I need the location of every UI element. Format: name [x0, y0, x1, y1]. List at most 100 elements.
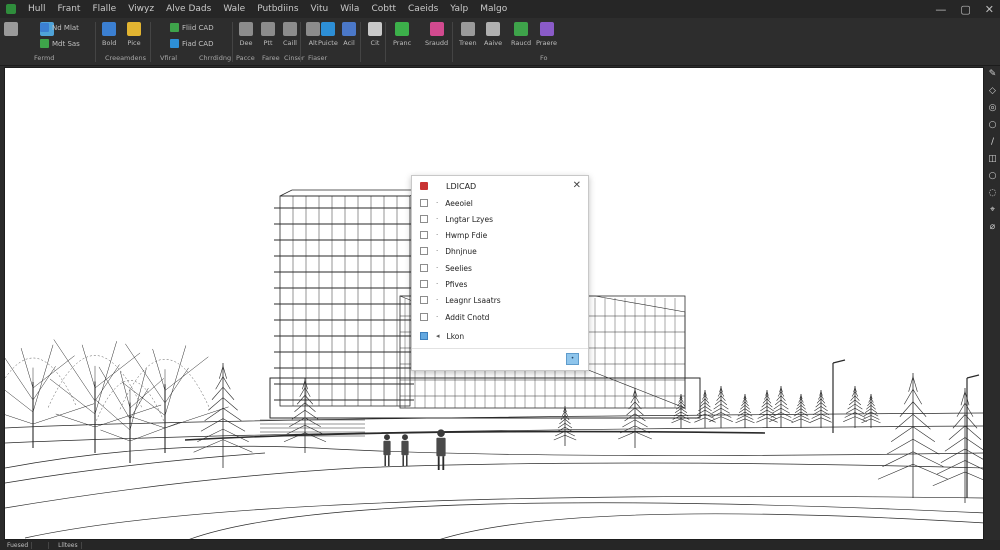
- ribbon-button-14[interactable]: Aaive: [484, 22, 502, 47]
- layer-bullet-icon: ·: [436, 231, 439, 239]
- right-tool-icon-3[interactable]: ○: [987, 120, 998, 131]
- ribbon-button-12[interactable]: Sraudd: [425, 22, 448, 47]
- menu-item-8[interactable]: Wila: [334, 4, 365, 14]
- maximize-button[interactable]: ▢: [960, 3, 970, 16]
- right-tool-icon-2[interactable]: ◎: [987, 103, 998, 114]
- layer-checkbox[interactable]: [420, 332, 428, 340]
- ribbon-button-10[interactable]: Cit: [368, 22, 382, 47]
- ribbon-panel-label-5: Faree: [262, 54, 280, 62]
- right-tool-icon-6[interactable]: ○: [987, 171, 998, 182]
- menu-item-4[interactable]: Alve Dads: [160, 4, 217, 14]
- ribbon-button-0[interactable]: [4, 22, 18, 39]
- layer-checkbox[interactable]: [420, 313, 428, 321]
- dialog-close-icon[interactable]: ✕: [573, 180, 581, 191]
- right-tool-icon-8[interactable]: ⌖: [987, 205, 998, 216]
- menu-item-2[interactable]: Flalle: [86, 4, 122, 14]
- layer-row[interactable]: · Hwmp Fdie: [420, 229, 570, 241]
- menu-bar: Hull Frant Flalle Viwyz Alve Dads Wale Putbdii…: [0, 0, 1000, 18]
- ribbon-small-button-0[interactable]: Nd Mlat: [40, 23, 79, 32]
- layer-label: Dhnjnue: [445, 246, 477, 256]
- menu-item-7[interactable]: Vitu: [305, 4, 335, 14]
- layer-row[interactable]: · Pfives: [420, 278, 570, 290]
- menu-items: Hull Frant Flalle Viwyz Alve Dads Wale Putbdii…: [22, 4, 513, 14]
- ribbon-button-icon: [460, 22, 475, 36]
- ribbon-button-label: Ptt: [263, 39, 273, 47]
- layer-checkbox[interactable]: [420, 264, 428, 272]
- right-tool-icon-4[interactable]: /: [987, 137, 998, 148]
- layer-row[interactable]: · Addit Cnotd: [420, 311, 570, 323]
- person-body: [383, 440, 391, 456]
- status-tab-2[interactable]: Llltees: [55, 541, 82, 549]
- status-tab-1[interactable]: [38, 541, 50, 549]
- layer-checkbox[interactable]: [420, 199, 428, 207]
- ribbon-button-9[interactable]: Acil: [342, 22, 356, 47]
- right-tool-icon-9[interactable]: ⌀: [987, 222, 998, 233]
- layer-bullet-icon: ·: [436, 199, 439, 207]
- layer-row[interactable]: · Aeeoiel: [420, 197, 570, 209]
- menu-item-1[interactable]: Frant: [51, 4, 86, 14]
- layer-checkbox[interactable]: [420, 280, 428, 288]
- ribbon-button-13[interactable]: Treen: [459, 22, 477, 47]
- app-logo[interactable]: [0, 0, 22, 18]
- layer-label: Aeeoiel: [445, 198, 473, 208]
- ribbon-button-11[interactable]: Pranc: [393, 22, 411, 47]
- ribbon-button-6[interactable]: Caill: [283, 22, 297, 47]
- menu-item-10[interactable]: Caeids: [402, 4, 444, 14]
- minimize-button[interactable]: —: [935, 3, 946, 16]
- tree-branch: [127, 415, 166, 429]
- layer-row[interactable]: · Seelies: [420, 262, 570, 274]
- layer-row[interactable]: ◂ Lkon: [420, 330, 570, 342]
- ribbon-button-3[interactable]: Pice: [127, 22, 141, 47]
- menu-item-9[interactable]: Cobtt: [365, 4, 402, 14]
- right-tool-icon-1[interactable]: ◇: [987, 86, 998, 97]
- right-tool-icon-7[interactable]: ◌: [987, 188, 998, 199]
- ribbon-small-label: Nd Mlat: [52, 23, 79, 32]
- ribbon-button-4[interactable]: Dee: [239, 22, 253, 47]
- person-body: [401, 440, 409, 456]
- ribbon-small-button-3[interactable]: Fiad CAD: [170, 39, 214, 48]
- ribbon-panel-label-7: Fiaser: [308, 54, 328, 62]
- layer-checkbox[interactable]: [420, 296, 428, 304]
- ribbon-panel-label-4: Pacce: [236, 54, 255, 62]
- tree-branch: [32, 344, 54, 413]
- layer-bullet-icon: ·: [436, 313, 439, 321]
- right-tool-icon-5[interactable]: ◫: [987, 154, 998, 165]
- tree-branch: [5, 414, 34, 425]
- ribbon-button-16[interactable]: Praere: [536, 22, 557, 47]
- layer-checkbox[interactable]: [420, 215, 428, 223]
- tree-branch: [49, 378, 96, 415]
- ribbon-button-15[interactable]: Raucd: [511, 22, 531, 47]
- dialog-ok-button[interactable]: •: [566, 353, 579, 365]
- ribbon-button-2[interactable]: Bold: [102, 22, 116, 47]
- menu-item-3[interactable]: Viwyz: [122, 4, 160, 14]
- ribbon-button-5[interactable]: Ptt: [261, 22, 275, 47]
- menu-item-12[interactable]: Malgo: [474, 4, 513, 14]
- ribbon-small-button-2[interactable]: Fliid CAD: [170, 23, 214, 32]
- ribbon-small-button-1[interactable]: Mdt Sas: [40, 39, 80, 48]
- menu-item-6[interactable]: Putbdiins: [251, 4, 304, 14]
- layer-row[interactable]: · Lngtar Lzyes: [420, 213, 570, 225]
- window-controls: — ▢ ✕: [935, 0, 994, 18]
- ribbon-button-8[interactable]: Puicte: [318, 22, 338, 47]
- road-line: [5, 412, 983, 429]
- layer-checkbox[interactable]: [420, 231, 428, 239]
- close-window-button[interactable]: ✕: [985, 3, 994, 16]
- ribbon-button-icon: [4, 22, 18, 36]
- road-line: [5, 462, 983, 509]
- ribbon-button-label: Bold: [102, 39, 117, 47]
- tree-branch: [98, 366, 131, 420]
- tree-branch: [32, 403, 95, 425]
- layer-checkbox[interactable]: [420, 247, 428, 255]
- menu-item-0[interactable]: Hull: [22, 4, 51, 14]
- menu-item-11[interactable]: Yalp: [444, 4, 474, 14]
- tree-branch: [129, 422, 180, 442]
- tree-branch: [81, 344, 96, 389]
- status-tab-0[interactable]: Fuesed: [4, 541, 33, 549]
- right-tool-strip: ✎ ◇ ◎ ○ / ◫ ○ ◌ ⌖ ⌀: [985, 67, 1000, 540]
- ribbon-small-label: Fiad CAD: [182, 39, 214, 48]
- menu-item-5[interactable]: Wale: [217, 4, 251, 14]
- right-tool-icon-0[interactable]: ✎: [987, 69, 998, 80]
- ribbon-panel-label-2: Vfiral: [160, 54, 178, 62]
- layer-row[interactable]: · Dhnjnue: [420, 245, 570, 257]
- layer-row[interactable]: · Leagnr Lsaatrs: [420, 294, 570, 306]
